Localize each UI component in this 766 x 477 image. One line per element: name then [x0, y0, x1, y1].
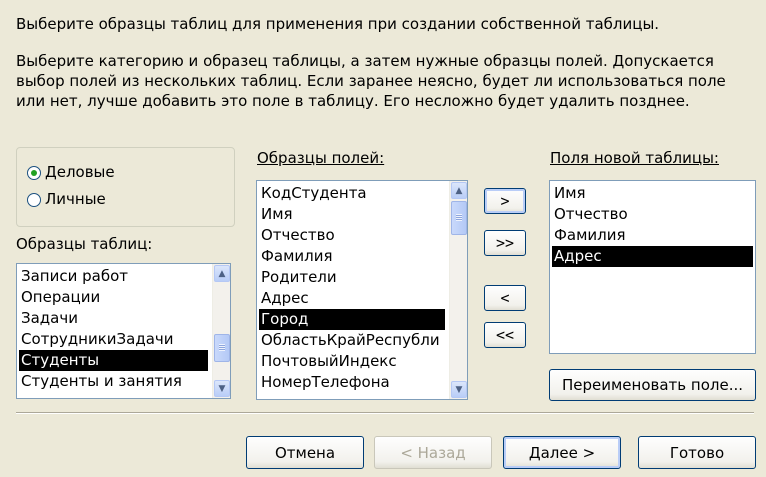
sample-fields-label: Образцы полей:: [257, 149, 385, 167]
cancel-button[interactable]: Отмена: [246, 436, 364, 469]
list-item[interactable]: Операции: [19, 287, 208, 308]
new-fields-label: Поля новой таблицы:: [550, 149, 719, 167]
list-item[interactable]: НомерТелефона: [259, 372, 445, 393]
add-field-button[interactable]: >: [484, 188, 526, 214]
list-item[interactable]: Фамилия: [259, 246, 445, 267]
sample-tables-label: Образцы таблиц:: [16, 235, 153, 253]
list-item[interactable]: Студенты и занятия: [19, 371, 208, 392]
remove-field-button[interactable]: <: [484, 285, 526, 311]
remove-all-fields-button[interactable]: <<: [484, 322, 526, 348]
sample-fields-scrollbar[interactable]: ▲ ▼: [449, 181, 467, 399]
footer-divider: [16, 412, 754, 414]
personal-radio-label[interactable]: Личные: [45, 189, 106, 209]
intro-text-line: или нет, лучше добавить это поле в табли…: [16, 92, 690, 110]
scroll-thumb[interactable]: [451, 201, 467, 235]
list-item[interactable]: Отчество: [552, 204, 753, 225]
list-item-selected[interactable]: Адрес: [552, 246, 753, 267]
intro-text-line: выбор полей из нескольких таблиц. Если з…: [16, 72, 726, 90]
intro-text-line: Выберите категорию и образец таблицы, а …: [16, 52, 714, 70]
list-item[interactable]: Задачи: [19, 308, 208, 329]
list-item[interactable]: Фамилия: [552, 225, 753, 246]
scroll-thumb[interactable]: [214, 334, 230, 362]
category-group: [16, 147, 235, 227]
rename-field-button[interactable]: Переименовать поле...: [549, 369, 756, 401]
sample-fields-listbox[interactable]: КодСтудента Имя Отчество Фамилия Родител…: [256, 180, 468, 400]
list-item[interactable]: Имя: [552, 183, 753, 204]
list-item[interactable]: КодСтудента: [259, 183, 445, 204]
list-item[interactable]: Имя: [259, 204, 445, 225]
list-item[interactable]: Отчество: [259, 225, 445, 246]
sample-tables-listbox[interactable]: Записи работ Операции Задачи СотрудникиЗ…: [16, 263, 231, 399]
add-all-fields-button[interactable]: >>: [484, 230, 526, 256]
next-button[interactable]: Далее >: [503, 436, 621, 469]
new-fields-listbox[interactable]: Имя Отчество Фамилия Адрес: [549, 180, 756, 354]
list-item-selected[interactable]: Студенты: [19, 350, 208, 371]
business-radio[interactable]: [27, 166, 41, 180]
list-item[interactable]: СотрудникиЗадачи: [19, 329, 208, 350]
list-item[interactable]: ПочтовыйИндекс: [259, 351, 445, 372]
scroll-down-icon[interactable]: ▼: [451, 381, 467, 398]
list-item[interactable]: Записи работ: [19, 266, 208, 287]
business-radio-label[interactable]: Деловые: [45, 162, 115, 182]
scroll-up-icon[interactable]: ▲: [214, 265, 230, 282]
list-item-selected[interactable]: Город: [259, 309, 445, 330]
scroll-up-icon[interactable]: ▲: [451, 182, 467, 199]
intro-heading: Выберите образцы таблиц для применения п…: [16, 15, 660, 33]
personal-radio[interactable]: [27, 193, 41, 207]
list-item[interactable]: Адрес: [259, 288, 445, 309]
list-item[interactable]: ОбластьКрайРеспубли: [259, 330, 445, 351]
scroll-down-icon[interactable]: ▼: [214, 380, 230, 397]
back-button[interactable]: < Назад: [374, 436, 492, 469]
finish-button[interactable]: Готово: [638, 436, 756, 469]
sample-tables-scrollbar[interactable]: ▲ ▼: [212, 264, 230, 398]
list-item[interactable]: Родители: [259, 267, 445, 288]
